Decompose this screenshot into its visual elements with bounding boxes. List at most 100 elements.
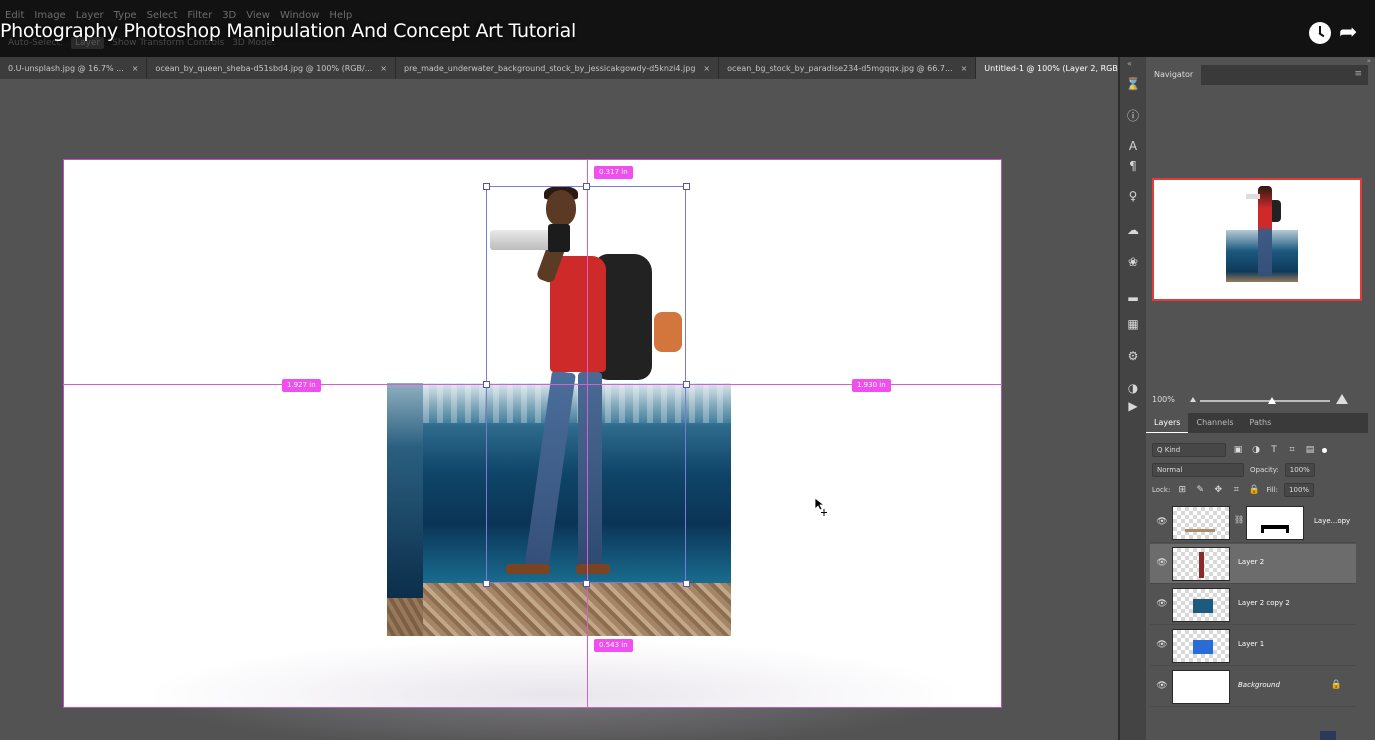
layer-mask-thumbnail[interactable]: [1246, 506, 1304, 540]
lock-transparency-icon[interactable]: ⊞: [1176, 485, 1188, 495]
video-title[interactable]: Photography Photoshop Manipulation And C…: [0, 20, 576, 42]
navigator-tabs: Navigator ≡: [1146, 65, 1368, 85]
visibility-eye-icon[interactable]: 👁: [1156, 517, 1168, 527]
mask-content: [1261, 525, 1264, 533]
box-side-water: [387, 383, 424, 598]
tab-document[interactable]: ocean_bg_stock_by_paradise234-d5mgqqx.jp…: [719, 57, 977, 79]
tab-navigator[interactable]: Navigator: [1146, 65, 1202, 85]
type-filter-icon[interactable]: T: [1268, 445, 1280, 455]
thumb-content: [1199, 552, 1204, 578]
tab-channels[interactable]: Channels: [1188, 413, 1241, 433]
actions-icon[interactable]: ▶: [1124, 397, 1142, 415]
lock-position-icon[interactable]: ✥: [1212, 485, 1224, 495]
transform-handle[interactable]: [483, 381, 490, 388]
layer-name: Layer 2 copy 2: [1238, 599, 1290, 607]
tab-close-icon[interactable]: ×: [380, 64, 387, 73]
visibility-eye-icon[interactable]: 👁: [1156, 558, 1168, 568]
layer-name: Layer 1: [1238, 640, 1265, 648]
visibility-eye-icon[interactable]: 👁: [1156, 599, 1168, 609]
libraries-icon[interactable]: ☁: [1124, 221, 1142, 239]
mask-link-icon[interactable]: ⛓: [1234, 515, 1244, 524]
opacity-field[interactable]: 100%: [1284, 463, 1315, 477]
tab-document[interactable]: pre_made_underwater_background_stock_by_…: [396, 57, 720, 79]
layer-thumbnail: [1172, 506, 1230, 540]
transform-handle[interactable]: [583, 580, 590, 587]
transform-handle[interactable]: [683, 381, 690, 388]
tab-paths[interactable]: Paths: [1242, 413, 1280, 433]
video-actions: ➦: [1309, 22, 1365, 44]
blend-row: Normal Opacity: 100%: [1152, 463, 1315, 477]
tab-close-icon[interactable]: ×: [961, 64, 968, 73]
transform-handle[interactable]: [683, 183, 690, 190]
tab-close-icon[interactable]: ×: [703, 64, 710, 73]
layer-name: Laye...opy: [1314, 517, 1351, 525]
layers-panel: Layers Channels Paths Q Kind ▣ ◑ T ⌗ ▤ N…: [1146, 413, 1368, 740]
box-soil: [423, 583, 731, 636]
ground-shadow: [144, 640, 964, 740]
zoom-out-icon[interactable]: [1190, 397, 1196, 402]
fill-field[interactable]: 100%: [1284, 483, 1315, 497]
tab-document[interactable]: 0.U-unsplash.jpg @ 16.7% ... ×: [0, 57, 148, 79]
paragraph-icon[interactable]: ¶: [1124, 157, 1142, 175]
zoom-in-icon[interactable]: [1336, 394, 1348, 404]
pixel-filter-icon[interactable]: ▣: [1232, 445, 1244, 455]
mask-content: [1261, 525, 1289, 529]
collapse-icon[interactable]: «: [1127, 59, 1132, 68]
blend-mode-select[interactable]: Normal: [1152, 463, 1244, 477]
color-icon[interactable]: ◑: [1124, 379, 1142, 397]
visibility-eye-icon[interactable]: 👁: [1156, 640, 1168, 650]
adjustment-filter-icon[interactable]: ◑: [1250, 445, 1262, 455]
blend-mode-value: Normal: [1157, 466, 1183, 474]
transform-handle[interactable]: [483, 580, 490, 587]
history-icon[interactable]: ⌛: [1124, 75, 1142, 93]
lightbulb-icon[interactable]: ♀: [1124, 187, 1142, 205]
kind-filter-select[interactable]: Q Kind: [1152, 443, 1226, 457]
layer-thumbnail: [1172, 588, 1230, 622]
layer-row[interactable]: 👁 Layer 2 copy 2: [1150, 585, 1356, 625]
watch-later-icon[interactable]: [1309, 22, 1331, 44]
collapse-panels-icon[interactable]: »: [1367, 57, 1371, 65]
navigator-preview[interactable]: [1152, 178, 1362, 301]
layer-row[interactable]: 👁 Layer 1: [1150, 626, 1356, 666]
tab-document[interactable]: ocean_by_queen_sheba-d51sbd4.jpg @ 100% …: [147, 57, 396, 79]
zoom-slider-thumb[interactable]: [1268, 397, 1276, 404]
lock-artboard-icon[interactable]: ⌗: [1230, 485, 1242, 495]
shape-filter-icon[interactable]: ⌗: [1286, 445, 1298, 455]
filter-toggle-icon[interactable]: [1322, 447, 1327, 453]
zoom-slider[interactable]: [1200, 400, 1330, 402]
share-icon[interactable]: ➦: [1339, 22, 1365, 44]
character-icon[interactable]: A: [1124, 137, 1142, 155]
layer-row[interactable]: 👁 Background 🔒: [1150, 667, 1356, 707]
layer-row-selected[interactable]: 👁 Layer 2: [1150, 544, 1356, 584]
measure-right: 1.930 in: [852, 379, 891, 392]
tab-close-icon[interactable]: ×: [132, 64, 139, 73]
transform-bounding-box[interactable]: [483, 183, 690, 587]
preview-person: [1258, 186, 1272, 276]
histogram-icon[interactable]: ▂: [1124, 285, 1142, 303]
document-tabs: 0.U-unsplash.jpg @ 16.7% ... × ocean_by_q…: [0, 57, 1179, 79]
lock-row: Lock: ⊞ ✎ ✥ ⌗ 🔒 Fill: 100%: [1152, 483, 1315, 497]
transform-handle[interactable]: [583, 183, 590, 190]
lock-pixels-icon[interactable]: ✎: [1194, 485, 1206, 495]
move-cursor-icon: [814, 497, 827, 516]
transform-handle[interactable]: [683, 580, 690, 587]
layer-row[interactable]: 👁 ⛓ Laye...opy: [1150, 503, 1356, 543]
tab-layers[interactable]: Layers: [1146, 413, 1189, 433]
smart-object-filter-icon[interactable]: ▤: [1304, 445, 1316, 455]
info-icon[interactable]: ⓘ: [1124, 107, 1142, 125]
layer-name: Layer 2: [1238, 558, 1265, 566]
layer-thumbnail: [1172, 547, 1230, 581]
properties-icon[interactable]: ⚙: [1124, 347, 1142, 365]
zoom-value[interactable]: 100%: [1152, 395, 1175, 404]
panel-menu-icon[interactable]: ≡: [1354, 69, 1362, 79]
mask-content: [1286, 525, 1289, 533]
transform-handle[interactable]: [483, 183, 490, 190]
tab-label: 0.U-unsplash.jpg @ 16.7% ...: [8, 63, 124, 73]
measure-top: 0.317 in: [594, 166, 633, 179]
navigator-panel: [1146, 85, 1368, 392]
visibility-eye-icon[interactable]: 👁: [1156, 681, 1168, 691]
lock-all-icon[interactable]: 🔒: [1248, 485, 1260, 495]
tab-label: pre_made_underwater_background_stock_by_…: [404, 63, 696, 73]
adjustments-icon[interactable]: ❀: [1124, 253, 1142, 271]
swatches-icon[interactable]: ▦: [1124, 315, 1142, 333]
